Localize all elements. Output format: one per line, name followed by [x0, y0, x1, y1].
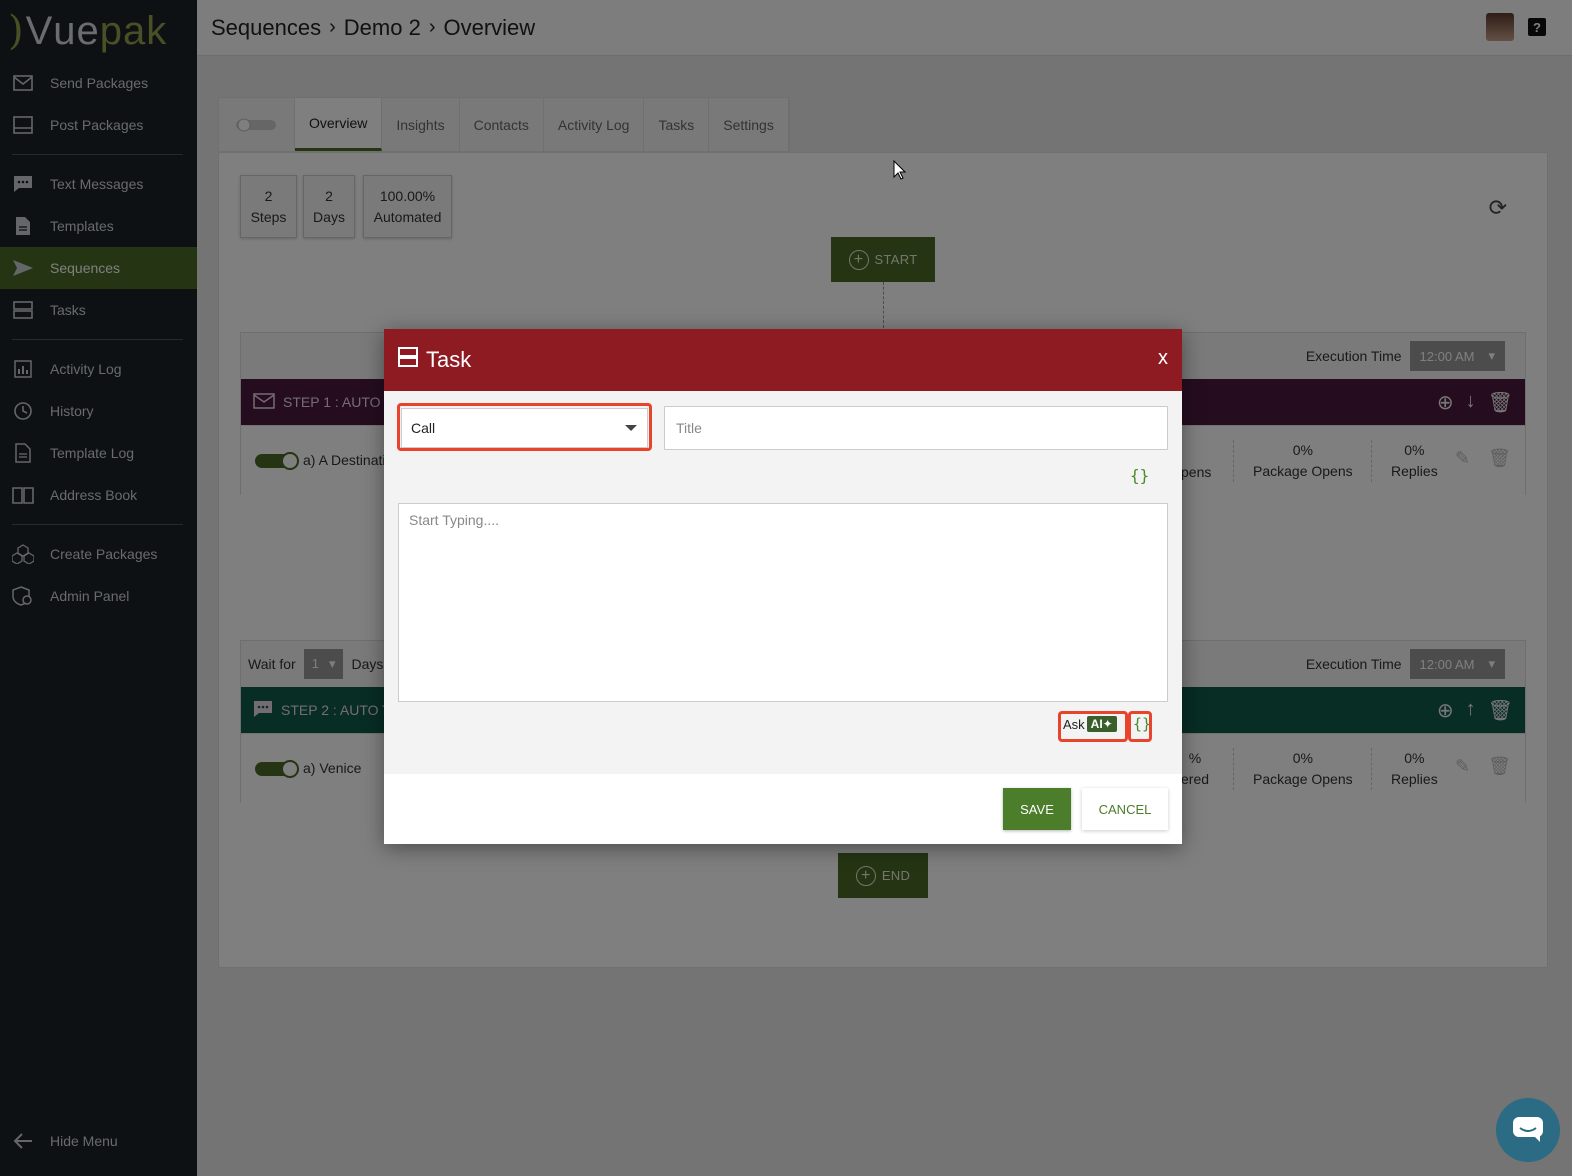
ask-ai-button[interactable]: Ask AI✦ — [1063, 716, 1117, 732]
task-modal-header: Task x — [384, 329, 1182, 391]
cancel-button[interactable]: CANCEL — [1082, 788, 1168, 830]
task-type-select[interactable]: Call — [401, 408, 648, 448]
merge-field-braces-icon[interactable]: {} — [1130, 466, 1149, 485]
chat-bubble-icon — [1513, 1117, 1543, 1142]
chat-widget-button[interactable] — [1496, 1098, 1560, 1162]
ai-label: AI — [1090, 717, 1103, 731]
save-button[interactable]: SAVE — [1003, 788, 1071, 830]
merge-field-braces-icon[interactable]: {} — [1133, 715, 1151, 733]
task-type-value: Call — [411, 420, 436, 436]
modal-title: Task — [426, 347, 472, 372]
modal-footer: SAVE CANCEL — [384, 774, 1182, 844]
task-modal: Task x Call {} Ask AI✦ {} SAVE CANCEL — [384, 329, 1182, 844]
caret-down-icon — [625, 425, 637, 431]
task-body-textarea[interactable] — [398, 503, 1168, 702]
tasks-icon — [398, 347, 418, 373]
mouse-cursor-icon — [893, 159, 907, 185]
close-button[interactable]: x — [1158, 347, 1168, 370]
ai-sparkle-icon: AI✦ — [1086, 716, 1117, 732]
task-title-input[interactable] — [664, 406, 1168, 450]
ask-label: Ask — [1063, 716, 1085, 732]
